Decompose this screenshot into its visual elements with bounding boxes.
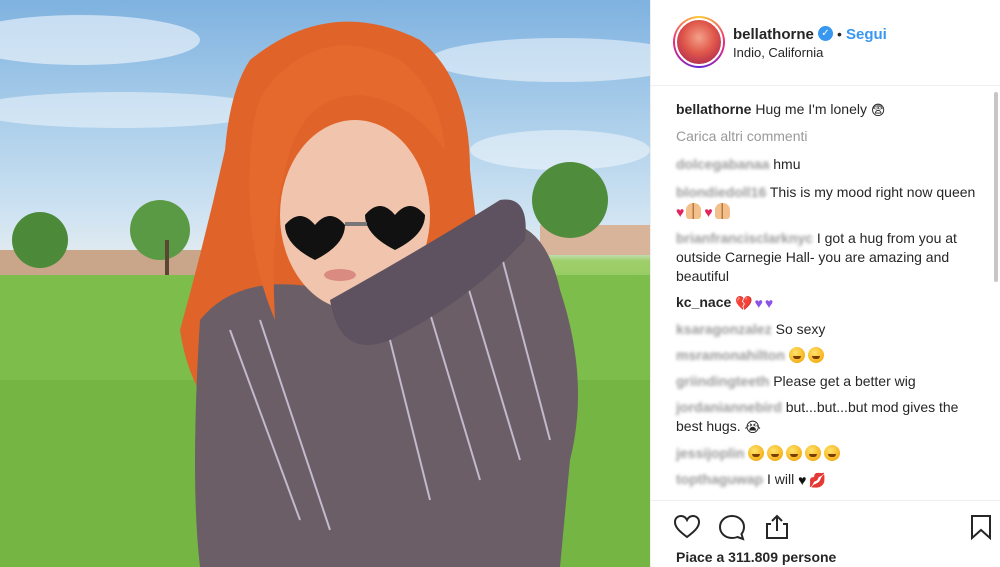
comments-list[interactable]: bellathorne Hug me I'm lonely 😨 Carica a… xyxy=(651,86,1000,500)
comment-bubble-icon[interactable] xyxy=(718,513,746,541)
share-upload-icon[interactable] xyxy=(763,513,791,541)
likes-count[interactable]: Piace a 311.809 persone xyxy=(676,549,836,565)
comment-username[interactable]: dolcegabanaa xyxy=(676,156,769,172)
broken-heart-emoji-icon: 💔 xyxy=(735,295,753,311)
bookmark-icon[interactable] xyxy=(967,513,995,541)
anxious-face-emoji-icon: 😨 xyxy=(870,102,886,118)
avatar-image xyxy=(675,18,723,66)
red-heart-emoji-icon: ♥ xyxy=(676,204,685,220)
header-separator: • xyxy=(837,26,842,42)
follow-button[interactable]: Segui xyxy=(846,26,887,43)
comment-item: griindingteeth Please get a better wig xyxy=(676,372,976,391)
lips-emoji-icon: 💋 xyxy=(808,472,826,488)
pray-emoji-icon xyxy=(714,203,730,219)
comment-username[interactable]: kc_nace xyxy=(676,294,731,310)
comment-text: So sexy xyxy=(775,321,826,337)
post-caption: bellathorne Hug me I'm lonely 😨 xyxy=(676,100,976,119)
post-side-panel: bellathorne ✓ • Segui Indio, California … xyxy=(650,0,1000,567)
smile-emoji-icon xyxy=(807,347,824,363)
verified-badge-icon: ✓ xyxy=(818,26,833,41)
comment-text: Please get a better wig xyxy=(773,373,916,389)
caption-username[interactable]: bellathorne xyxy=(676,101,751,117)
comment-username[interactable]: blondiedoll16 xyxy=(676,184,766,200)
comment-username[interactable]: jordaniannebird xyxy=(676,399,782,415)
red-heart-emoji-icon: ♥ xyxy=(704,204,713,220)
comment-username[interactable]: jessijoplin xyxy=(676,445,744,461)
comment-username[interactable]: msramonahilton xyxy=(676,347,785,363)
comment-item: blondiedoll16 This is my mood right now … xyxy=(676,183,976,221)
post-header: bellathorne ✓ • Segui Indio, California xyxy=(651,0,1000,86)
comments-scrollbar[interactable] xyxy=(994,92,998,282)
purple-heart-emoji-icon: ♥ xyxy=(754,295,763,311)
comment-text: I will xyxy=(767,471,795,487)
comment-item: msramonahilton xyxy=(676,346,976,365)
smile-emoji-icon xyxy=(748,445,765,461)
post-location[interactable]: Indio, California xyxy=(733,45,823,60)
pray-emoji-icon xyxy=(686,203,702,219)
comment-text: This is my mood right now queen xyxy=(769,184,976,200)
comment-item: ksaragonzalez So sexy xyxy=(676,320,976,339)
smile-emoji-icon xyxy=(805,445,822,461)
profile-avatar[interactable] xyxy=(673,16,725,68)
post-actions-bar: Piace a 311.809 persone xyxy=(651,500,1000,567)
load-more-comments-link[interactable]: Carica altri commenti xyxy=(676,128,807,144)
post-photo-illustration xyxy=(0,15,650,567)
comment-item: jordaniannebird but...but...but mod give… xyxy=(676,398,976,436)
comment-item: kc_nace 💔 ♥ ♥ xyxy=(676,293,976,312)
comment-item: brianfrancisclarknyc I got a hug from yo… xyxy=(676,229,976,286)
caption-text: Hug me I'm lonely xyxy=(755,101,867,117)
comment-username[interactable]: griindingteeth xyxy=(676,373,769,389)
post-author-username[interactable]: bellathorne xyxy=(733,26,814,43)
comment-text: hmu xyxy=(773,156,801,172)
comment-username[interactable]: topthaguwap xyxy=(676,471,763,487)
smile-emoji-icon xyxy=(788,347,805,363)
heart-outline-icon[interactable] xyxy=(673,513,701,541)
comment-username[interactable]: ksaragonzalez xyxy=(676,321,772,337)
comment-item: dolcegabanaa hmu xyxy=(676,155,976,174)
black-heart-emoji-icon: ♥ xyxy=(798,472,807,488)
purple-heart-emoji-icon: ♥ xyxy=(764,295,774,311)
comment-item: jessijoplin xyxy=(676,444,976,463)
comment-item: topthaguwap I will ♥ 💋 xyxy=(676,470,976,489)
smile-emoji-icon xyxy=(824,445,841,461)
crying-face-emoji-icon: 😭 xyxy=(744,419,761,435)
smile-emoji-icon xyxy=(767,445,784,461)
post-photo[interactable] xyxy=(0,0,650,567)
smile-emoji-icon xyxy=(786,445,803,461)
comment-username[interactable]: brianfrancisclarknyc xyxy=(676,230,813,246)
